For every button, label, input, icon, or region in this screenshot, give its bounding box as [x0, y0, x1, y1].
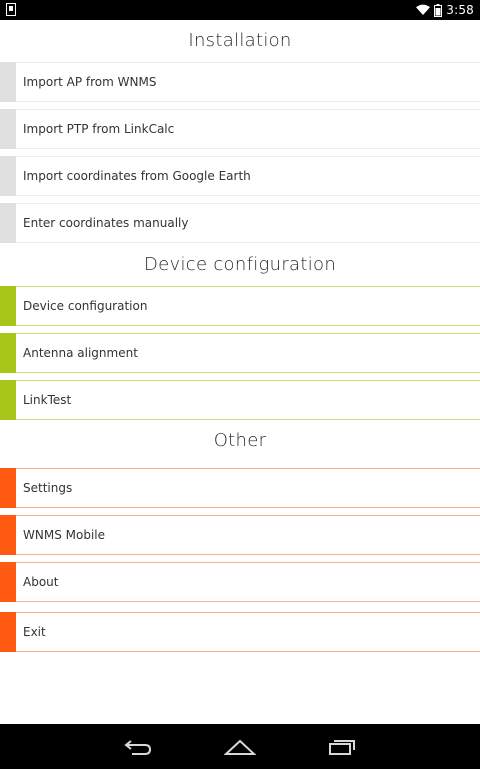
menu-item-label: About — [23, 575, 59, 589]
accent-bar — [0, 612, 16, 652]
recent-apps-icon — [329, 740, 355, 755]
home-button[interactable] — [220, 732, 260, 762]
section-title-installation: Installation — [188, 30, 292, 51]
menu-item-label: Import coordinates from Google Earth — [23, 169, 251, 183]
status-time: 3:58 — [446, 3, 474, 17]
menu-item-import-ap[interactable]: Import AP from WNMS — [0, 62, 480, 102]
accent-bar — [0, 333, 16, 373]
notification-icon — [6, 3, 16, 16]
menu-item-label: Antenna alignment — [23, 346, 138, 360]
recent-apps-button[interactable] — [322, 732, 362, 762]
menu-item-antenna-alignment[interactable]: Antenna alignment — [0, 333, 480, 373]
menu-item-label: Import PTP from LinkCalc — [23, 122, 175, 136]
menu-item-label: Device configuration — [23, 299, 148, 313]
wifi-icon — [416, 4, 431, 15]
section-title-device-configuration: Device configuration — [143, 254, 337, 275]
menu-item-enter-coordinates[interactable]: Enter coordinates manually — [0, 203, 480, 243]
menu-item-label: Exit — [23, 625, 46, 639]
battery-icon — [434, 3, 443, 17]
main-menu: Installation Import AP from WNMS Import … — [0, 20, 480, 724]
back-icon — [124, 740, 152, 755]
menu-item-label: Settings — [23, 481, 73, 495]
accent-bar — [0, 109, 16, 149]
accent-bar — [0, 380, 16, 420]
accent-bar — [0, 468, 16, 508]
menu-item-wnms-mobile[interactable]: WNMS Mobile — [0, 515, 480, 555]
navigation-bar — [0, 724, 480, 769]
section-title-other: Other — [213, 430, 267, 451]
accent-bar — [0, 156, 16, 196]
accent-bar — [0, 562, 16, 602]
accent-bar — [0, 203, 16, 243]
back-button[interactable] — [118, 732, 158, 762]
menu-item-label: Import AP from WNMS — [23, 75, 157, 89]
status-bar: 3:58 — [0, 0, 480, 20]
menu-item-label: LinkTest — [23, 393, 72, 407]
menu-item-label: Enter coordinates manually — [23, 216, 189, 230]
menu-item-linktest[interactable]: LinkTest — [0, 380, 480, 420]
accent-bar — [0, 286, 16, 326]
menu-item-import-google-earth[interactable]: Import coordinates from Google Earth — [0, 156, 480, 196]
menu-item-device-configuration[interactable]: Device configuration — [0, 286, 480, 326]
menu-item-exit[interactable]: Exit — [0, 612, 480, 652]
accent-bar — [0, 62, 16, 102]
home-icon — [224, 739, 256, 755]
status-icons: 3:58 — [416, 2, 474, 18]
menu-item-import-ptp[interactable]: Import PTP from LinkCalc — [0, 109, 480, 149]
menu-item-about[interactable]: About — [0, 562, 480, 602]
menu-item-label: WNMS Mobile — [23, 528, 105, 542]
accent-bar — [0, 515, 16, 555]
menu-item-settings[interactable]: Settings — [0, 468, 480, 508]
